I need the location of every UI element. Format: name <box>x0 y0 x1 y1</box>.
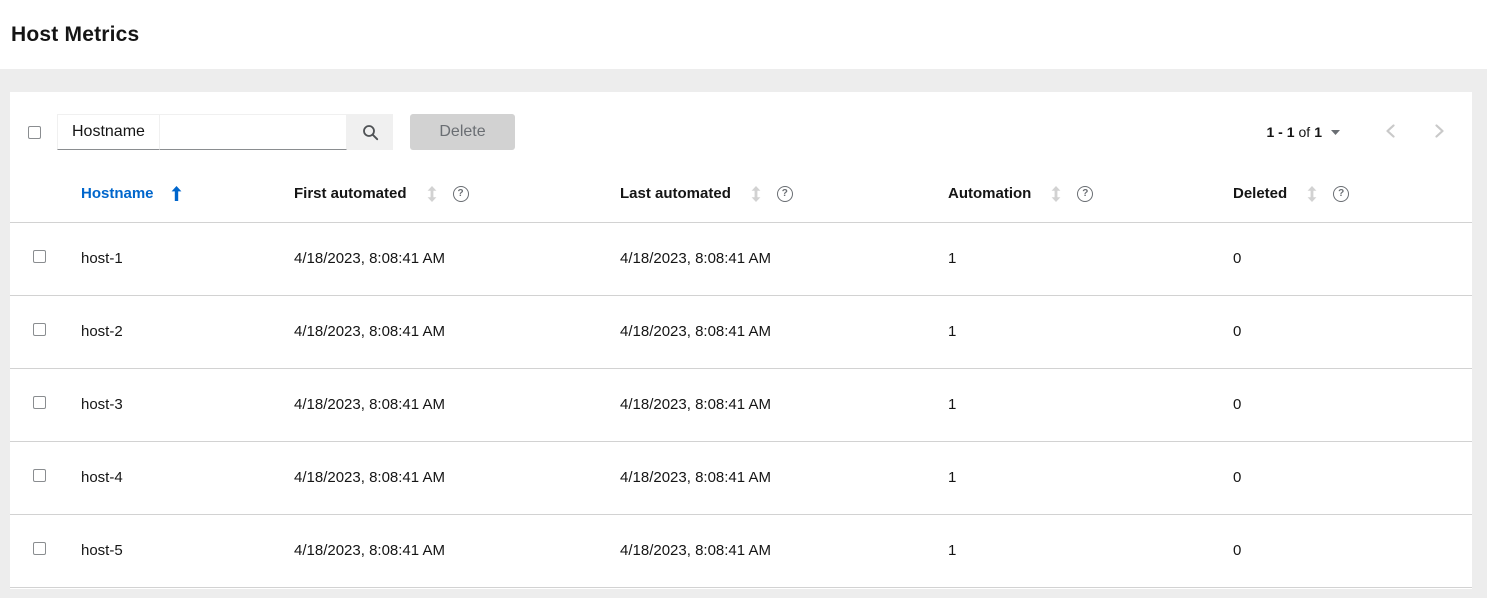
help-icon[interactable]: ? <box>453 186 469 202</box>
pagination: 1 - 1 of 1 <box>1261 120 1457 145</box>
last-automated-cell: 4/18/2023, 8:08:41 AM <box>604 295 932 368</box>
row-checkbox[interactable] <box>33 323 46 336</box>
page-title: Host Metrics <box>11 23 139 47</box>
deleted-cell: 0 <box>1217 222 1472 295</box>
column-label-deleted: Deleted <box>1233 185 1287 202</box>
page-header: Host Metrics <box>0 0 1487 69</box>
help-icon[interactable]: ? <box>777 186 793 202</box>
sort-icon <box>1307 186 1317 202</box>
automation-cell: 1 <box>932 222 1217 295</box>
first-automated-cell: 4/18/2023, 8:08:41 AM <box>278 368 604 441</box>
pagination-range: 1 - 1 <box>1267 124 1295 140</box>
row-checkbox[interactable] <box>33 542 46 555</box>
toolbar: Hostname Delete 1 - 1 of 1 <box>10 92 1472 166</box>
hostname-cell: host-1 <box>58 222 278 295</box>
caret-down-icon <box>1331 130 1340 135</box>
column-label-last-automated: Last automated <box>620 185 731 202</box>
automation-cell: 1 <box>932 295 1217 368</box>
search-icon <box>362 124 379 141</box>
filter-category-label: Hostname <box>72 123 145 141</box>
chevron-right-icon <box>1435 124 1444 138</box>
sort-icon <box>751 186 761 202</box>
column-label-automation: Automation <box>948 185 1031 202</box>
last-automated-cell: 4/18/2023, 8:08:41 AM <box>604 514 932 587</box>
column-header-automation[interactable]: Automation ? <box>932 166 1217 222</box>
pagination-of-label: of <box>1299 124 1311 140</box>
last-automated-cell: 4/18/2023, 8:08:41 AM <box>604 368 932 441</box>
column-label-hostname: Hostname <box>81 185 154 202</box>
prev-page-button[interactable] <box>1378 120 1403 145</box>
hostname-cell: host-4 <box>58 441 278 514</box>
row-checkbox[interactable] <box>33 469 46 482</box>
select-all-checkbox[interactable] <box>28 126 41 139</box>
automation-cell: 1 <box>932 368 1217 441</box>
column-header-deleted[interactable]: Deleted ? <box>1217 166 1472 222</box>
first-automated-cell: 4/18/2023, 8:08:41 AM <box>278 441 604 514</box>
deleted-cell: 0 <box>1217 441 1472 514</box>
automation-cell: 1 <box>932 441 1217 514</box>
filter-category-select[interactable]: Hostname <box>57 114 160 150</box>
table-row: host-2 4/18/2023, 8:08:41 AM 4/18/2023, … <box>10 295 1472 368</box>
table-row: host-1 4/18/2023, 8:08:41 AM 4/18/2023, … <box>10 222 1472 295</box>
page-body: Hostname Delete 1 - 1 of 1 <box>0 69 1487 589</box>
help-icon[interactable]: ? <box>1077 186 1093 202</box>
delete-button[interactable]: Delete <box>410 114 515 150</box>
column-header-first-automated[interactable]: First automated ? <box>278 166 604 222</box>
sort-ascending-icon <box>171 186 182 201</box>
host-metrics-card: Hostname Delete 1 - 1 of 1 <box>10 92 1472 589</box>
hostname-cell: host-2 <box>58 295 278 368</box>
hostname-cell: host-3 <box>58 368 278 441</box>
deleted-cell: 0 <box>1217 514 1472 587</box>
hostname-cell: host-5 <box>58 514 278 587</box>
deleted-cell: 0 <box>1217 368 1472 441</box>
table-row: host-3 4/18/2023, 8:08:41 AM 4/18/2023, … <box>10 368 1472 441</box>
sort-icon <box>427 186 437 202</box>
search-input[interactable] <box>160 114 347 150</box>
last-automated-cell: 4/18/2023, 8:08:41 AM <box>604 222 932 295</box>
header-spacer-cell <box>10 166 58 222</box>
help-icon[interactable]: ? <box>1333 186 1349 202</box>
pagination-total: 1 <box>1314 124 1322 140</box>
column-label-first-automated: First automated <box>294 185 407 202</box>
deleted-cell: 0 <box>1217 295 1472 368</box>
host-metrics-table: Hostname First automated ? <box>10 166 1472 588</box>
sort-icon <box>1051 186 1061 202</box>
first-automated-cell: 4/18/2023, 8:08:41 AM <box>278 514 604 587</box>
automation-cell: 1 <box>932 514 1217 587</box>
search-button[interactable] <box>347 114 393 150</box>
next-page-button[interactable] <box>1427 120 1452 145</box>
last-automated-cell: 4/18/2023, 8:08:41 AM <box>604 441 932 514</box>
table-header-row: Hostname First automated ? <box>10 166 1472 222</box>
column-header-last-automated[interactable]: Last automated ? <box>604 166 932 222</box>
first-automated-cell: 4/18/2023, 8:08:41 AM <box>278 295 604 368</box>
table-row: host-5 4/18/2023, 8:08:41 AM 4/18/2023, … <box>10 514 1472 587</box>
table-row: host-4 4/18/2023, 8:08:41 AM 4/18/2023, … <box>10 441 1472 514</box>
first-automated-cell: 4/18/2023, 8:08:41 AM <box>278 222 604 295</box>
row-checkbox[interactable] <box>33 250 46 263</box>
row-checkbox[interactable] <box>33 396 46 409</box>
chevron-left-icon <box>1386 124 1395 138</box>
pagination-menu-toggle[interactable]: 1 - 1 of 1 <box>1261 120 1347 144</box>
column-header-hostname[interactable]: Hostname <box>58 166 278 222</box>
